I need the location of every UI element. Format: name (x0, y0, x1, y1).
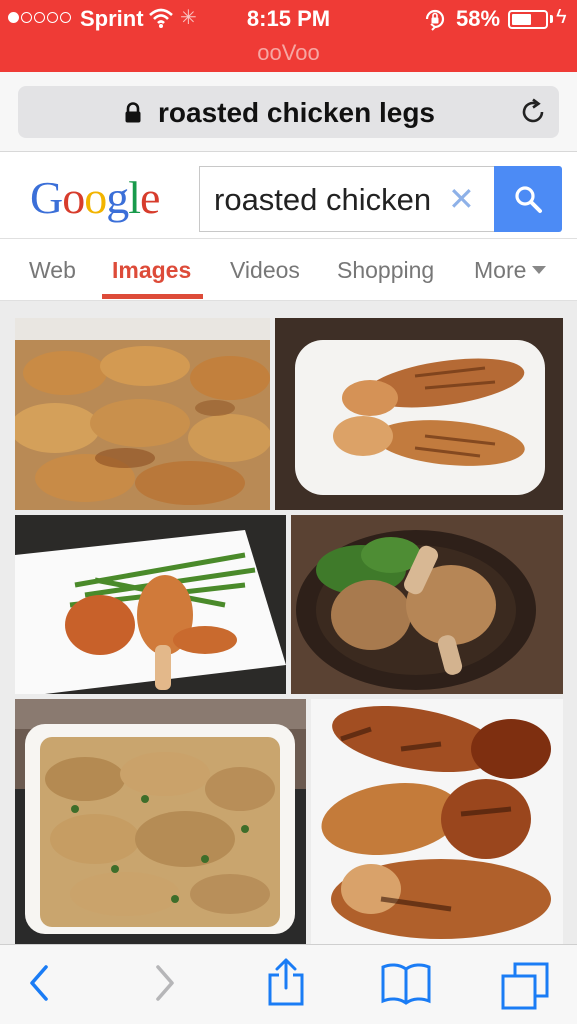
image-result[interactable] (311, 699, 563, 944)
battery-icon (508, 10, 548, 29)
bookmarks-icon[interactable] (380, 961, 432, 1010)
google-logo-letter: o (62, 172, 85, 223)
caret-down-icon (532, 266, 547, 274)
battery-level (512, 14, 531, 25)
search-icon (515, 186, 542, 213)
reload-icon[interactable] (518, 97, 548, 132)
image-result[interactable] (15, 515, 286, 694)
google-logo-letter: l (128, 172, 141, 223)
battery-percent: 58% (456, 6, 501, 31)
tab-web[interactable]: Web (29, 257, 76, 284)
google-logo[interactable]: Google (30, 171, 160, 224)
app-label: ooVoo (257, 40, 320, 65)
charging-bolt-icon: ϟ (556, 6, 567, 28)
search-input[interactable]: roasted chicken ✕ (199, 166, 495, 232)
google-logo-letter: G (30, 172, 63, 223)
battery-tip (550, 15, 553, 23)
google-logo-letter: e (140, 172, 160, 223)
lock-icon (124, 102, 142, 129)
tabs-icon[interactable] (500, 961, 550, 1016)
active-tab-indicator (102, 294, 203, 299)
share-icon[interactable] (266, 957, 306, 1012)
image-result[interactable] (291, 515, 563, 694)
tab-more-label: More (474, 257, 527, 283)
rotation-lock-icon (423, 7, 447, 36)
address-bar: roasted chicken legs (0, 72, 577, 152)
search-input-value: roasted chicken (214, 182, 432, 217)
image-result[interactable] (15, 699, 306, 944)
status-bar: Sprint ✳ 8:15 PM 58% ϟ ooVoo (0, 0, 577, 72)
browser-toolbar (0, 944, 577, 1024)
tab-more[interactable]: More (474, 257, 547, 284)
search-button[interactable] (494, 166, 562, 232)
google-header: Google roasted chicken ✕ (0, 153, 577, 239)
forward-chevron-icon[interactable] (152, 963, 178, 1008)
tab-shopping[interactable]: Shopping (337, 257, 434, 284)
image-results (0, 301, 577, 944)
image-result[interactable] (275, 318, 563, 510)
url-text: roasted chicken legs (158, 97, 436, 128)
status-row: Sprint ✳ 8:15 PM 58% ϟ (0, 0, 577, 38)
google-logo-letter: g (106, 172, 129, 223)
search-tabs: Web Images Videos Shopping More (0, 239, 577, 301)
tab-images[interactable]: Images (112, 257, 191, 284)
tab-videos[interactable]: Videos (230, 257, 300, 284)
google-logo-letter: o (84, 172, 107, 223)
back-chevron-icon[interactable] (26, 963, 52, 1008)
close-icon[interactable]: ✕ (448, 183, 475, 215)
image-result[interactable] (15, 318, 270, 510)
url-field[interactable]: roasted chicken legs (18, 86, 559, 138)
